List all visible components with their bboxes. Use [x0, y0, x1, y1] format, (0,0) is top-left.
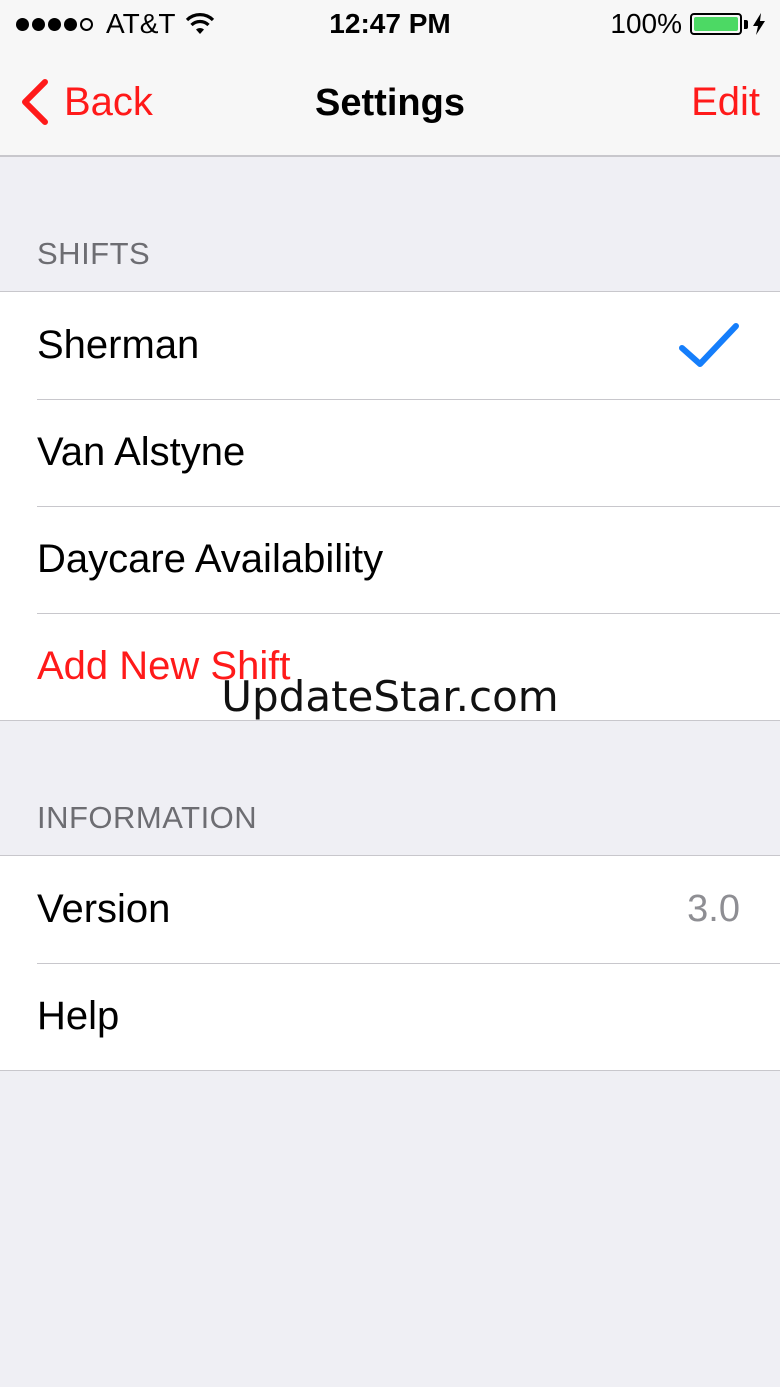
version-label: Version [37, 887, 171, 931]
shift-label: Van Alstyne [37, 430, 246, 474]
status-bar: AT&T 12:47 PM 100% [0, 0, 780, 50]
checkmark-icon [679, 322, 739, 367]
shift-row-van-alstyne[interactable]: Van Alstyne [0, 399, 780, 506]
version-row: Version 3.0 [0, 856, 780, 963]
shift-row-sherman[interactable]: Sherman [0, 292, 780, 399]
battery-tip [744, 19, 748, 29]
status-right: 100% [610, 8, 766, 40]
battery-icon [690, 13, 742, 35]
navigation-bar: Back Settings Edit [0, 50, 780, 157]
shift-label: Sherman [37, 323, 200, 367]
help-label: Help [37, 994, 120, 1038]
charging-bolt-icon [753, 13, 765, 35]
section-header-shifts: SHIFTS [37, 236, 151, 271]
add-new-shift-button[interactable]: Add New Shift [0, 613, 780, 720]
add-new-shift-label: Add New Shift [37, 644, 291, 688]
information-group: Version 3.0 Help [0, 855, 780, 1071]
section-header-information: INFORMATION [37, 800, 258, 835]
version-value: 3.0 [687, 888, 740, 930]
help-row[interactable]: Help [0, 963, 780, 1070]
edit-button[interactable]: Edit [691, 80, 760, 125]
shift-label: Daycare Availability [37, 537, 384, 581]
battery-percent: 100% [610, 8, 682, 39]
page-title: Settings [315, 82, 465, 124]
shifts-group: Sherman Van Alstyne Daycare Availability… [0, 291, 780, 721]
shift-row-daycare-availability[interactable]: Daycare Availability [0, 506, 780, 613]
battery-fill [694, 17, 738, 31]
